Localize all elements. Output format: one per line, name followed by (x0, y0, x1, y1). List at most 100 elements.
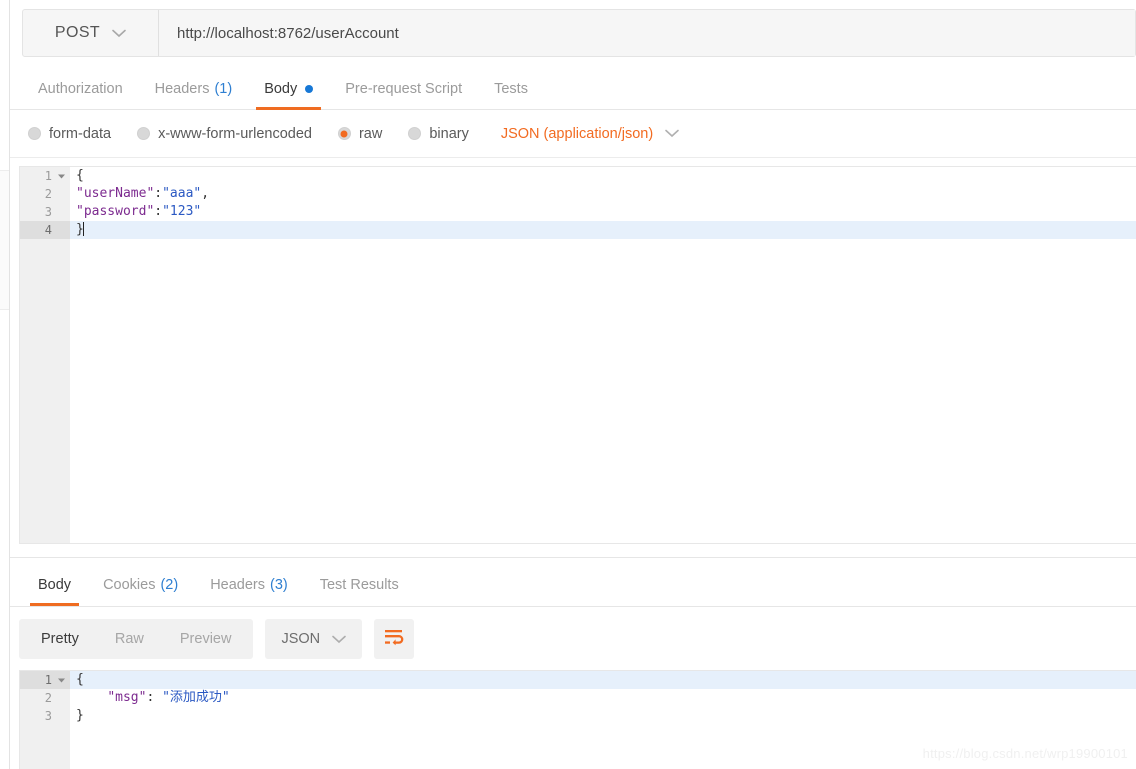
gutter-line-empty (20, 419, 70, 437)
gutter-line-empty (20, 455, 70, 473)
code-token: "添加成功" (162, 690, 230, 705)
gutter-line-empty (20, 491, 70, 509)
gutter-line: 2 (44, 187, 52, 201)
code-token: "userName" (76, 186, 155, 201)
word-wrap-icon (383, 628, 405, 651)
tab-count: (2) (160, 576, 179, 593)
code-token: : (154, 204, 163, 219)
tab-label: Headers (154, 80, 210, 97)
code-token: : (154, 186, 163, 201)
gutter-line: 1 (20, 671, 70, 689)
gutter-line-empty (20, 293, 70, 311)
watermark: https://blog.csdn.net/wrp19900101 (922, 746, 1128, 761)
response-tab-headers[interactable]: Headers (3) (194, 564, 304, 606)
content-type-label: JSON (application/json) (500, 125, 654, 142)
gutter-line-empty (20, 239, 70, 257)
tab-label: Headers (210, 576, 265, 593)
tab-pre-request-script[interactable]: Pre-request Script (329, 68, 478, 110)
word-wrap-toggle-button[interactable] (374, 619, 415, 659)
fold-arrow-icon[interactable] (56, 167, 66, 185)
code-line: "password":"123" (70, 203, 1136, 221)
tab-tests[interactable]: Tests (478, 68, 544, 110)
gutter-line: 1 (20, 167, 70, 185)
tab-body[interactable]: Body (248, 68, 329, 110)
tab-label: Body (38, 576, 72, 593)
request-body-editor[interactable]: 1234 {"userName":"aaa", "password":"123"} (19, 166, 1136, 544)
tab-count: (1) (214, 80, 233, 97)
content-type-dropdown[interactable]: JSON (application/json) (501, 126, 679, 142)
code-line: } (70, 707, 1136, 725)
postman-window: POST http://localhost:8762/userAccount A… (0, 0, 1136, 769)
gutter-line: 2 (44, 691, 52, 705)
view-mode-preview[interactable]: Preview (162, 619, 250, 659)
code-line: "userName":"aaa", (70, 185, 1136, 203)
body-type-selector: form-data x-www-form-urlencoded raw bina… (10, 110, 1136, 158)
code-token: , (201, 186, 210, 201)
tab-headers[interactable]: Headers (1) (139, 68, 249, 110)
fold-arrow-icon[interactable] (56, 671, 66, 689)
code-line: { (70, 167, 1136, 185)
chevron-down-icon (665, 129, 679, 138)
response-tab-cookies[interactable]: Cookies (2) (87, 564, 194, 606)
http-method-dropdown[interactable]: POST (23, 10, 159, 56)
body-type-form-data[interactable]: form-data (28, 126, 111, 142)
code-token: : (146, 690, 163, 705)
response-format-label: JSON (281, 631, 321, 647)
chevron-down-icon (332, 635, 346, 644)
body-type-urlencoded[interactable]: x-www-form-urlencoded (137, 126, 312, 142)
gutter-line-empty (20, 509, 70, 527)
view-mode-label: Raw (114, 631, 144, 647)
code-token: "password" (76, 204, 155, 219)
view-mode-raw[interactable]: Raw (97, 619, 162, 659)
response-divider (10, 557, 1136, 558)
gutter-line-empty (20, 329, 70, 347)
http-method-label: POST (54, 24, 101, 41)
code-token: { (76, 168, 84, 183)
response-tab-test-results[interactable]: Test Results (304, 564, 415, 606)
url-text: http://localhost:8762/userAccount (177, 24, 399, 42)
text-caret (82, 222, 84, 236)
request-editor-code[interactable]: {"userName":"aaa", "password":"123"} (70, 167, 1136, 543)
gutter-line-empty (20, 437, 70, 455)
request-url-bar: POST http://localhost:8762/userAccount (22, 9, 1136, 57)
response-editor-gutter: 1 2 3 (20, 671, 70, 769)
gutter-line-empty (20, 761, 70, 769)
code-token: "123" (162, 204, 202, 219)
url-input[interactable]: http://localhost:8762/userAccount (159, 10, 1135, 56)
body-modified-dot-icon (305, 84, 314, 93)
body-type-label: form-data (49, 125, 112, 142)
code-line: "msg": "添加成功" (70, 689, 1136, 707)
radio-icon (137, 127, 151, 140)
tab-authorization[interactable]: Authorization (22, 68, 139, 110)
body-type-binary[interactable]: binary (408, 126, 469, 142)
gutter-line-empty (20, 275, 70, 293)
response-tabs: Body Cookies (2) Headers (3) Test Result… (10, 563, 1136, 607)
response-tab-body[interactable]: Body (22, 564, 87, 606)
code-token: "aaa" (162, 186, 202, 201)
request-editor-gutter: 1 2 3 4 (20, 167, 70, 543)
tab-label: Authorization (38, 80, 123, 97)
tab-label: Pre-request Script (345, 80, 463, 97)
code-line: { (70, 671, 1136, 689)
view-mode-label: Preview (179, 631, 232, 647)
gutter-line-empty (20, 725, 70, 743)
gutter-line-empty (20, 743, 70, 761)
code-line: } (70, 221, 1136, 239)
response-format-dropdown[interactable]: JSON (265, 619, 363, 659)
body-type-label: raw (358, 125, 383, 142)
view-mode-pretty[interactable]: Pretty (23, 619, 97, 659)
response-toolbar: Pretty Raw Preview JSON (19, 618, 415, 660)
gutter-line: 3 (44, 709, 52, 723)
view-mode-label: Pretty (41, 631, 79, 647)
gutter-line-empty (20, 527, 70, 543)
body-type-raw[interactable]: raw (337, 125, 383, 142)
sidebar-edge (0, 0, 10, 769)
radio-icon (408, 127, 422, 140)
gutter-line: 3 (44, 205, 52, 219)
gutter-line-empty (20, 401, 70, 419)
code-token: "msg" (107, 690, 147, 705)
code-token: } (76, 708, 84, 723)
response-view-mode-group: Pretty Raw Preview (19, 619, 254, 659)
code-token: { (76, 672, 84, 687)
request-tabs: Authorization Headers (1) Body Pre-reque… (10, 68, 1136, 110)
